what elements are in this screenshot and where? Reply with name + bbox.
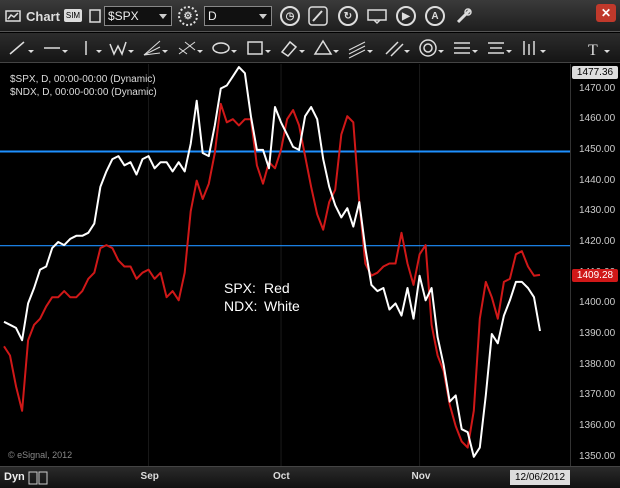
legend-ndx: $NDX, D, 00:00-00:00 (Dynamic)	[10, 87, 157, 98]
y-tick-label: 1370.00	[579, 389, 616, 401]
x-tick-label: Oct	[273, 471, 290, 482]
price-axis[interactable]: 1470.00 1460.00 1450.00 1440.00 1430.00 1420.…	[570, 64, 620, 466]
chart-svg[interactable]	[0, 64, 570, 466]
horizontal-line-tool[interactable]	[40, 36, 70, 60]
get-icon[interactable]	[366, 6, 388, 26]
ellipse-tool[interactable]	[209, 36, 239, 60]
price-tag-top: 1477.36	[572, 66, 618, 79]
chart-window: Chart SIM $SPX ⚙ D ◷ ↻ ▶ A ✕ T $SPX, D, …	[0, 0, 620, 488]
symbol-value: $SPX	[108, 9, 139, 23]
symbol-search-icon[interactable]: ⚙	[176, 6, 200, 26]
parallel-lines-tool[interactable]	[382, 36, 412, 60]
alert-icon[interactable]: A	[424, 6, 446, 26]
y-tick-label: 1460.00	[579, 113, 616, 125]
sim-badge: SIM	[64, 9, 82, 22]
annotation-spx-label: SPX:	[224, 280, 256, 296]
interval-input[interactable]: D	[204, 6, 272, 26]
spx-line[interactable]	[3, 102, 541, 449]
window-title: Chart	[26, 8, 60, 24]
y-tick-label: 1420.00	[579, 235, 616, 247]
x-tick-label: Sep	[140, 471, 159, 482]
list-tool[interactable]	[484, 36, 514, 60]
symbol-input[interactable]: $SPX	[104, 6, 172, 26]
x-tick-label: Nov	[411, 471, 431, 482]
y-tick-label: 1450.00	[579, 143, 616, 155]
y-tick-label: 1440.00	[579, 174, 616, 186]
pencil-icon[interactable]	[307, 6, 329, 26]
menu-tool[interactable]	[450, 36, 480, 60]
rectangle-tool[interactable]	[243, 36, 273, 60]
play-icon[interactable]: ▶	[395, 6, 417, 26]
chevron-down-icon[interactable]	[259, 14, 267, 19]
annotation-spx-value: Red	[264, 280, 290, 296]
channel-tool[interactable]	[345, 36, 375, 60]
fan-tool[interactable]	[140, 36, 170, 60]
close-icon[interactable]: ✕	[596, 4, 616, 22]
link-icon[interactable]	[88, 6, 102, 26]
time-axis[interactable]: Dyn 12/06/2012 Sep Oct Nov	[0, 466, 620, 488]
y-tick-label: 1390.00	[579, 328, 616, 340]
interval-clock-icon[interactable]: ◷	[278, 6, 302, 26]
ndx-line[interactable]	[3, 66, 541, 458]
y-tick-label: 1380.00	[579, 358, 616, 370]
bars-tool[interactable]	[518, 36, 548, 60]
eraser-tool[interactable]	[277, 36, 307, 60]
app-logo-icon	[4, 6, 22, 26]
drawing-toolbar: T	[0, 33, 620, 63]
dyn-button[interactable]: Dyn	[4, 471, 25, 483]
price-tag-spx: 1409.28	[572, 268, 618, 282]
chart-plot-area[interactable]: $SPX, D, 00:00-00:00 (Dynamic) $NDX, D, …	[0, 64, 570, 466]
settings-icon[interactable]	[453, 6, 475, 26]
refresh-icon[interactable]: ↻	[337, 6, 359, 26]
fib-tool[interactable]	[175, 36, 205, 60]
triangle-tool[interactable]	[311, 36, 341, 60]
interval-value: D	[208, 9, 217, 23]
vertical-line-tool[interactable]	[74, 36, 104, 60]
zigzag-tool[interactable]	[106, 36, 136, 60]
title-toolbar: Chart SIM $SPX ⚙ D ◷ ↻ ▶ A ✕	[0, 0, 620, 32]
annotation-ndx-value: White	[264, 298, 300, 314]
y-tick-label: 1470.00	[579, 82, 616, 94]
dyn-icon[interactable]	[28, 471, 48, 485]
y-tick-label: 1400.00	[579, 297, 616, 309]
target-tool[interactable]	[416, 36, 446, 60]
text-tool[interactable]: T	[584, 36, 614, 60]
chevron-down-icon[interactable]	[159, 14, 167, 19]
cursor-date-label: 12/06/2012	[510, 470, 570, 485]
annotation-ndx-label: NDX:	[224, 298, 258, 314]
line-tool[interactable]	[6, 36, 36, 60]
svg-text:T: T	[588, 42, 598, 59]
esignal-watermark: © eSignal, 2012	[8, 450, 73, 460]
legend-spx: $SPX, D, 00:00-00:00 (Dynamic)	[10, 74, 156, 85]
y-tick-label: 1430.00	[579, 205, 616, 217]
y-tick-label: 1350.00	[579, 450, 616, 462]
y-tick-label: 1360.00	[579, 420, 616, 432]
